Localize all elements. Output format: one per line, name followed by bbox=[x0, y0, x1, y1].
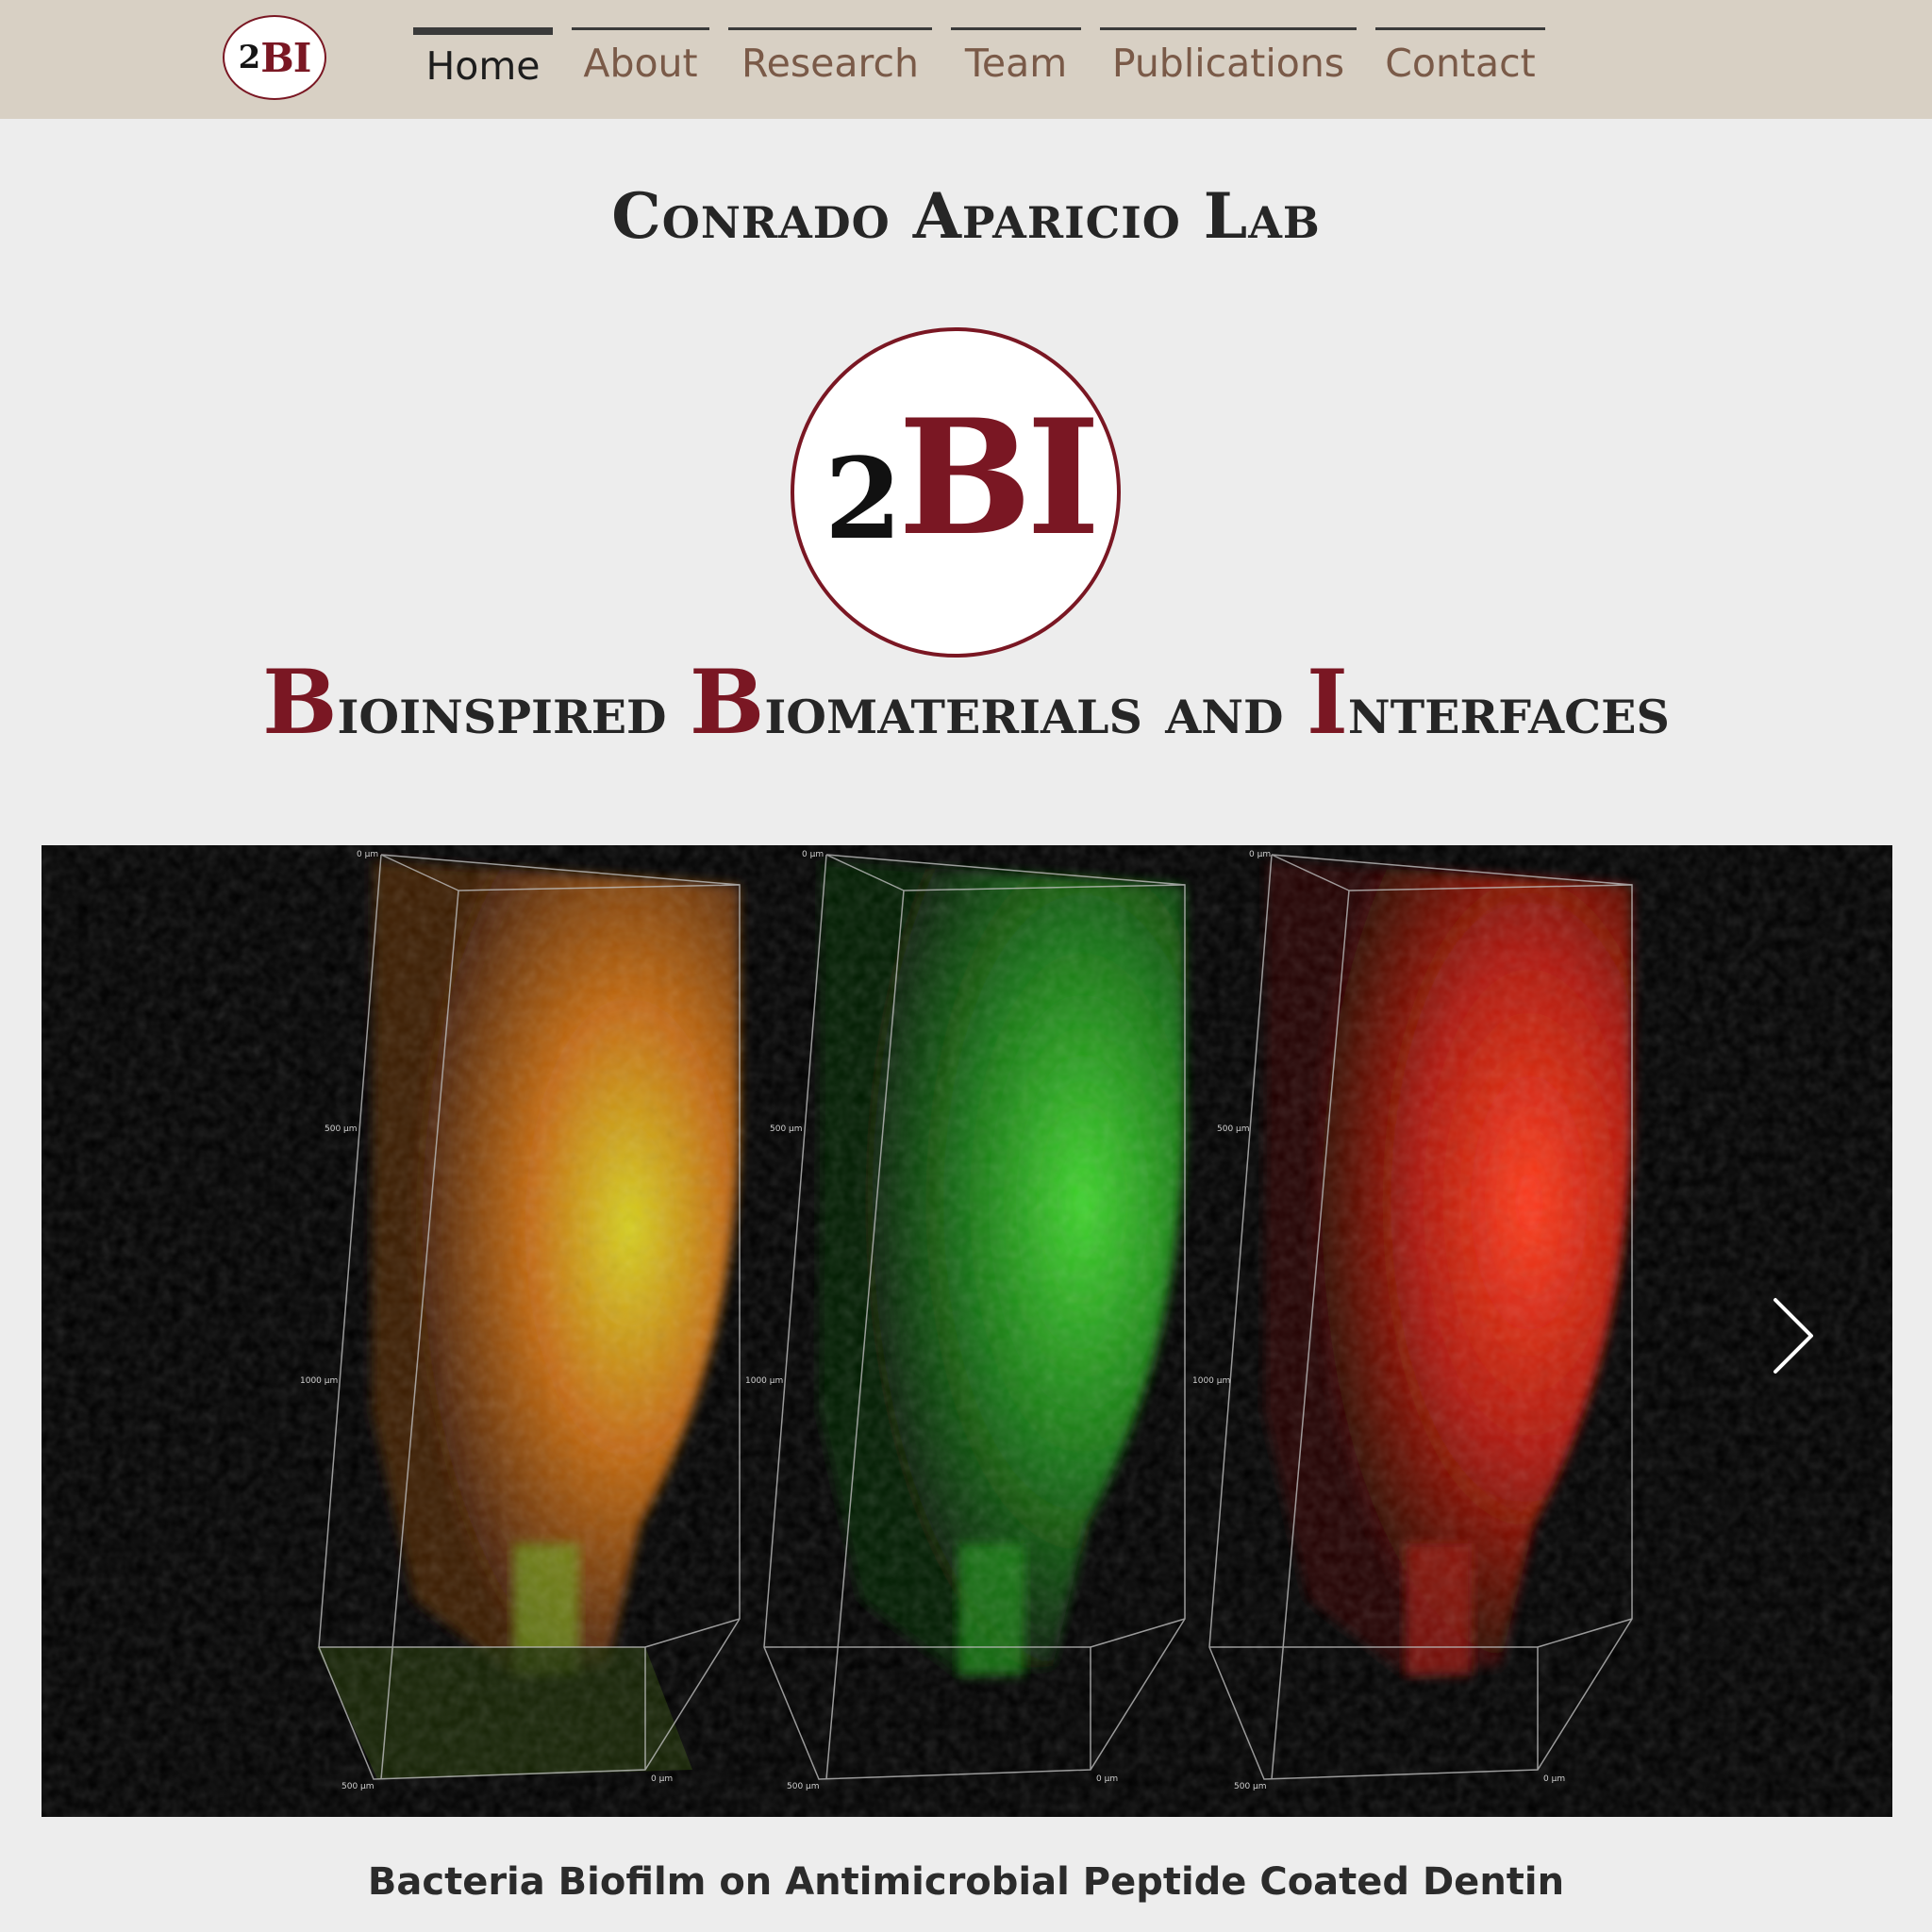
subtitle-word: Interfaces bbox=[1306, 651, 1670, 755]
svg-text:0 µm: 0 µm bbox=[357, 850, 378, 859]
slideshow-next-button[interactable] bbox=[1762, 1291, 1823, 1381]
svg-text:1000 µm: 1000 µm bbox=[300, 1376, 338, 1386]
svg-text:0 µm: 0 µm bbox=[1249, 850, 1271, 859]
subtitle-word: Bioinspired bbox=[262, 651, 667, 755]
svg-text:1000 µm: 1000 µm bbox=[1192, 1376, 1230, 1386]
chevron-right-icon bbox=[1774, 1298, 1813, 1374]
svg-text:0 µm: 0 µm bbox=[802, 850, 824, 859]
site-header: 2 BI Home About Research Team Publication… bbox=[0, 0, 1932, 119]
subtitle-word: Biomaterials bbox=[689, 651, 1142, 755]
svg-text:0 µm: 0 µm bbox=[1543, 1774, 1565, 1784]
main-logo-digit: 2 bbox=[824, 433, 903, 564]
svg-text:500 µm: 500 µm bbox=[1234, 1782, 1267, 1791]
svg-text:500 µm: 500 µm bbox=[787, 1782, 820, 1791]
main-logo-letters: BI bbox=[898, 384, 1101, 571]
svg-text:500 µm: 500 µm bbox=[341, 1782, 375, 1791]
nav-home[interactable]: Home bbox=[413, 27, 553, 103]
svg-text:0 µm: 0 µm bbox=[1096, 1774, 1118, 1784]
svg-text:500 µm: 500 µm bbox=[325, 1124, 358, 1134]
svg-text:500 µm: 500 µm bbox=[1217, 1124, 1250, 1134]
site-title: Conrado Aparicio Lab bbox=[611, 179, 1321, 253]
nav-about[interactable]: About bbox=[572, 27, 709, 103]
subtitle-word: and bbox=[1165, 671, 1284, 749]
main-logo: 2 BI bbox=[791, 327, 1121, 658]
lab-subtitle: Bioinspired Biomaterials and Interfaces bbox=[0, 651, 1932, 755]
svg-text:500 µm: 500 µm bbox=[770, 1124, 803, 1134]
page: 2 BI Home About Research Team Publication… bbox=[0, 0, 1932, 1932]
main-nav: Home About Research Team Publications Co… bbox=[0, 0, 1932, 119]
nav-publications[interactable]: Publications bbox=[1100, 27, 1357, 103]
svg-text:1000 µm: 1000 µm bbox=[745, 1376, 783, 1386]
nav-team[interactable]: Team bbox=[951, 27, 1081, 103]
nav-research[interactable]: Research bbox=[728, 27, 932, 103]
slideshow-caption: Bacteria Biofilm on Antimicrobial Peptid… bbox=[367, 1860, 1565, 1904]
biofilm-image: 0 µm 500 µm 1000 µm 500 µm 0 µm 0 µm 500… bbox=[42, 845, 1892, 1817]
svg-text:0 µm: 0 µm bbox=[651, 1774, 673, 1784]
nav-contact[interactable]: Contact bbox=[1375, 27, 1545, 103]
hero-slideshow[interactable]: 0 µm 500 µm 1000 µm 500 µm 0 µm 0 µm 500… bbox=[42, 845, 1892, 1817]
